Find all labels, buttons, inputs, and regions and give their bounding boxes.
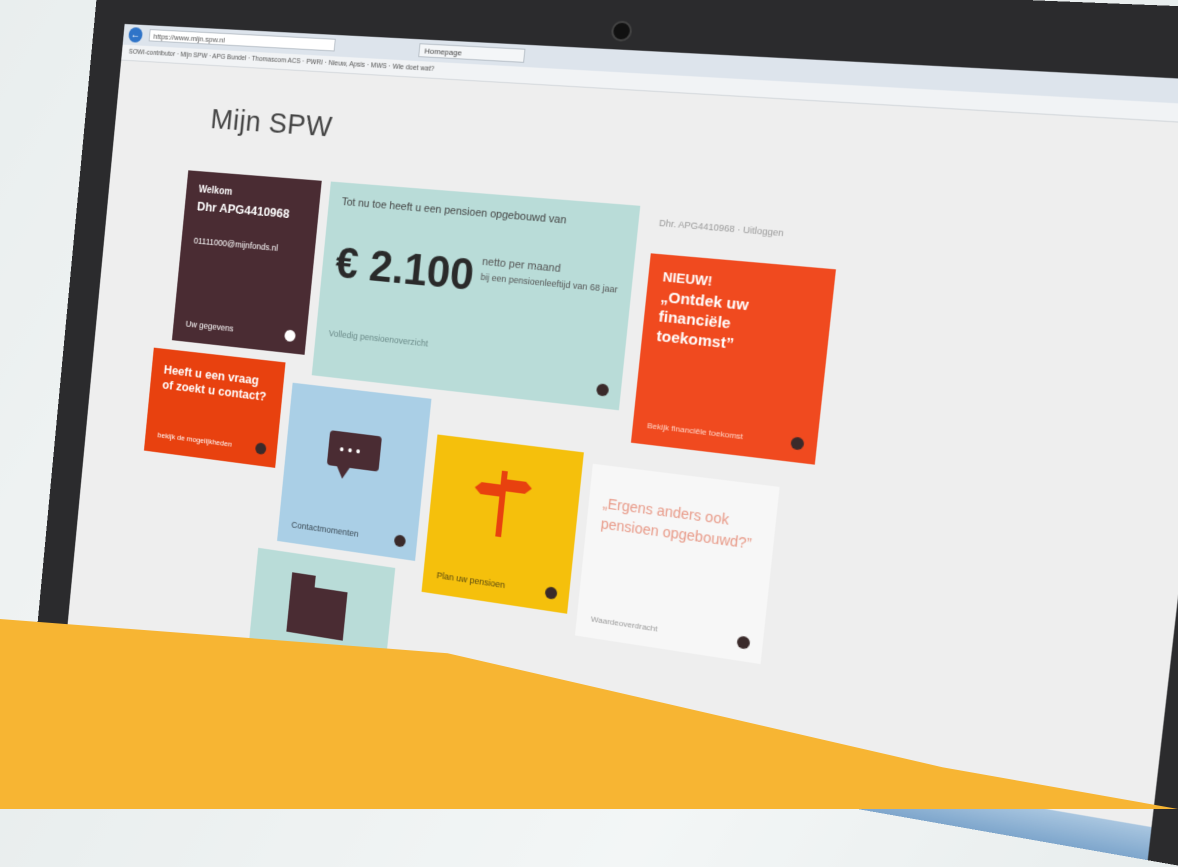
pension-amount: € 2.100	[333, 238, 477, 301]
pension-footer-link[interactable]: Volledig pensioenoverzicht	[328, 328, 428, 348]
arrow-icon	[790, 436, 805, 451]
arrow-icon	[284, 329, 296, 343]
arrow-icon	[595, 383, 610, 397]
browser-tab[interactable]: Homepage	[418, 43, 526, 63]
new-footer-link[interactable]: Bekijk financiële toekomst	[647, 421, 744, 441]
arrow-icon	[544, 586, 558, 600]
arrow-icon	[393, 534, 407, 548]
folder-icon	[286, 583, 348, 641]
transfer-tile[interactable]: „Ergens anders ook pensioen opgebouwd?” …	[574, 463, 780, 665]
welcome-email: 01111000@mijnfonds.nl	[193, 235, 279, 253]
new-text: „Ontdek uw financiële toekomst”	[655, 288, 750, 353]
pension-tile[interactable]: Tot nu toe heeft u een pensioen opgebouw…	[311, 181, 641, 411]
plan-tile[interactable]: Plan uw pensioen	[421, 434, 584, 614]
arrow-icon	[254, 442, 267, 456]
transfer-text: „Ergens anders ook pensioen opgebouwd?”	[600, 494, 753, 552]
welcome-footer-link[interactable]: Uw gegevens	[185, 319, 234, 334]
contact-footer-link[interactable]: Contactmomenten	[291, 520, 359, 539]
question-footer-link[interactable]: bekijk de mogelijkheden	[157, 431, 232, 449]
webcam-icon	[610, 20, 633, 42]
contact-tile[interactable]: ••• Contactmomenten	[277, 382, 432, 561]
plan-footer-link[interactable]: Plan uw pensioen	[436, 570, 505, 590]
pension-age: bij een pensioenleeftijd van 68 jaar	[480, 271, 619, 295]
chat-bubble-icon: •••	[326, 430, 382, 472]
arrow-icon	[736, 635, 751, 650]
back-arrow-icon[interactable]: ←	[128, 27, 144, 43]
welcome-tile[interactable]: Welkom Dhr APG4410968 01111000@mijnfonds…	[171, 170, 322, 355]
user-bar[interactable]: Dhr. APG4410968 · Uitloggen	[659, 218, 785, 239]
new-feature-tile[interactable]: NIEUW! „Ontdek uw financiële toekomst” B…	[630, 253, 836, 465]
question-text: Heeft u een vraag of zoekt u contact?	[161, 362, 267, 404]
signpost-icon	[449, 450, 568, 538]
pension-intro: Tot nu toe heeft u een pensioen opgebouw…	[341, 196, 568, 227]
transfer-footer-link[interactable]: Waardeoverdracht	[590, 614, 658, 633]
question-tile[interactable]: Heeft u een vraag of zoekt u contact? be…	[143, 347, 286, 468]
page-title: Mijn SPW	[209, 103, 334, 144]
